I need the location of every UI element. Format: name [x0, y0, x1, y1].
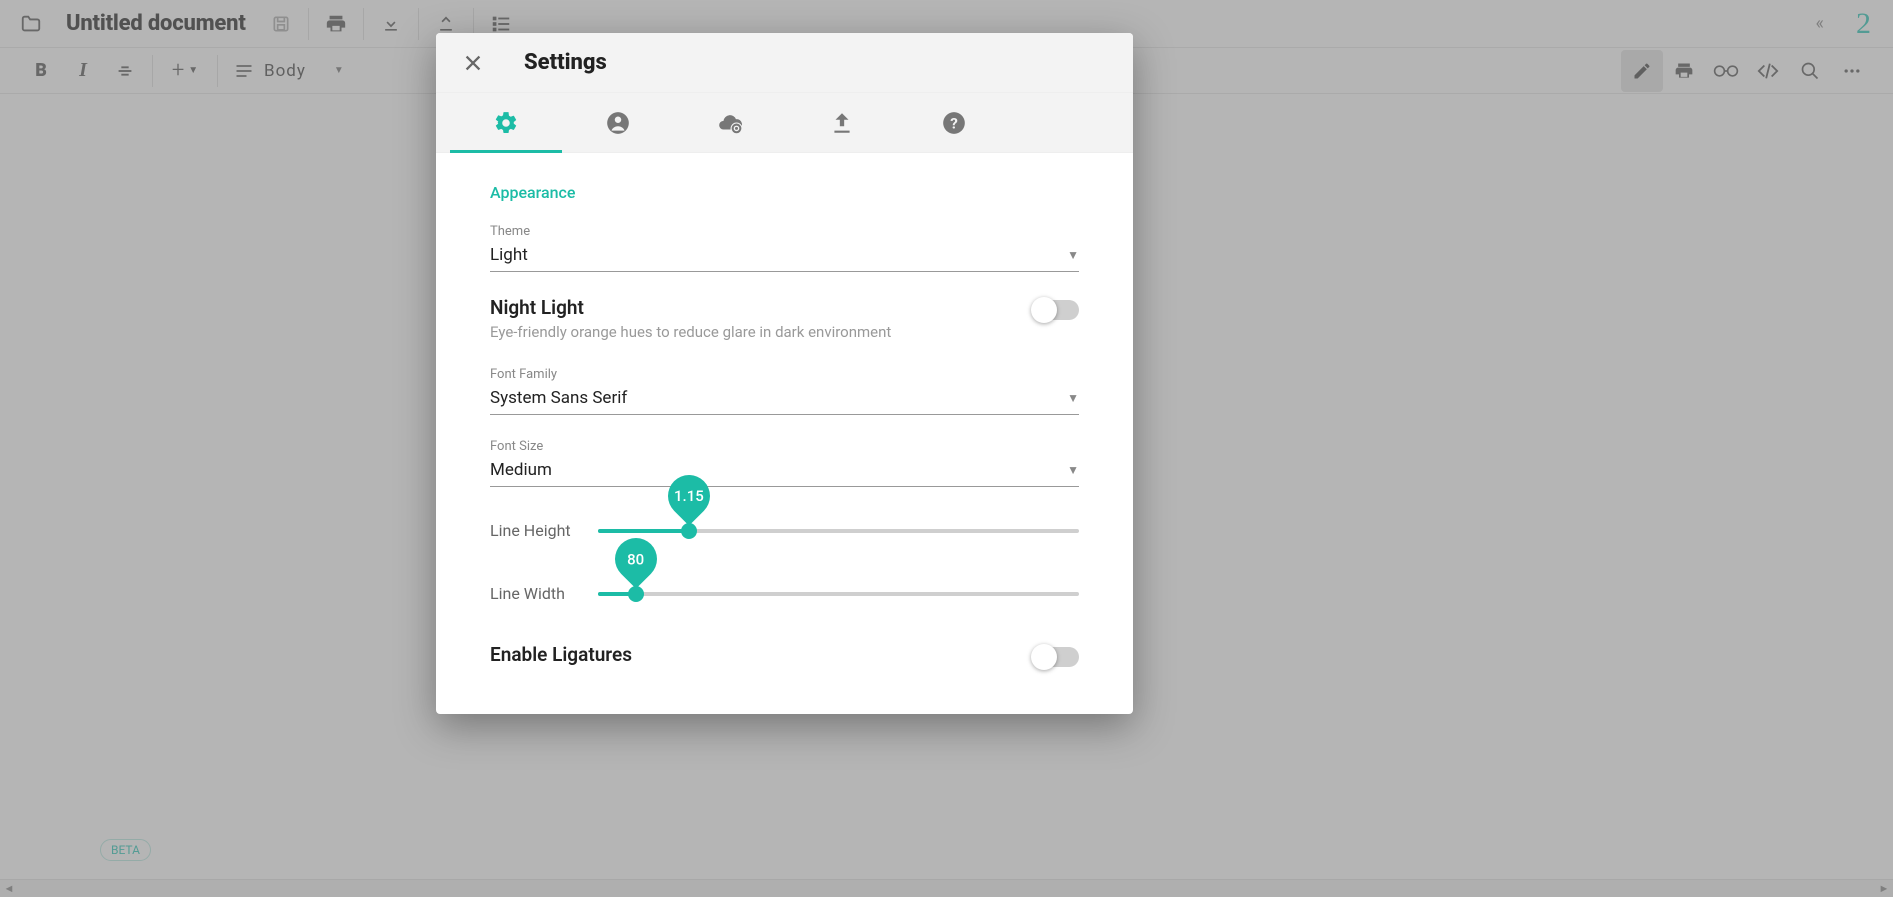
font-size-label: Font Size [490, 439, 1079, 454]
tab-general[interactable] [450, 93, 562, 153]
tab-sync[interactable] [674, 93, 786, 153]
chevron-down-icon: ▼ [1067, 248, 1079, 262]
tab-account[interactable] [562, 93, 674, 153]
font-family-value: System Sans Serif [490, 388, 627, 408]
field-font-size: Font Size Medium ▼ [490, 439, 1079, 487]
field-ligatures: Enable Ligatures [490, 643, 1079, 667]
line-height-value: 1.15 [675, 487, 705, 505]
svg-text:?: ? [950, 114, 958, 132]
tab-help[interactable]: ? [898, 93, 1010, 153]
settings-dialog: Settings ? Appearance Theme [436, 33, 1133, 714]
field-theme: Theme Light ▼ [490, 224, 1079, 272]
dialog-title: Settings [524, 50, 607, 75]
font-family-label: Font Family [490, 367, 1079, 382]
tab-publish[interactable] [786, 93, 898, 153]
font-family-select[interactable]: System Sans Serif ▼ [490, 384, 1079, 415]
chevron-down-icon: ▼ [1067, 391, 1079, 405]
night-light-title: Night Light [490, 296, 891, 319]
ligatures-toggle[interactable] [1033, 647, 1079, 667]
line-width-value: 80 [628, 550, 645, 568]
chevron-down-icon: ▼ [1067, 463, 1079, 477]
theme-value: Light [490, 245, 528, 265]
close-icon[interactable] [458, 48, 488, 78]
line-width-slider[interactable]: 80 [598, 592, 1079, 596]
dialog-tabs: ? [436, 93, 1133, 153]
night-light-subtitle: Eye-friendly orange hues to reduce glare… [490, 323, 891, 341]
field-font-family: Font Family System Sans Serif ▼ [490, 367, 1079, 415]
ligatures-title: Enable Ligatures [490, 643, 632, 666]
font-size-select[interactable]: Medium ▼ [490, 456, 1079, 487]
line-height-label: Line Height [490, 521, 598, 540]
field-line-height: Line Height 1.15 [490, 521, 1079, 540]
theme-label: Theme [490, 224, 1079, 239]
section-appearance: Appearance [490, 183, 1079, 202]
field-line-width: Line Width 80 [490, 584, 1079, 603]
dialog-body: Appearance Theme Light ▼ Night Light Eye… [436, 153, 1133, 714]
font-size-value: Medium [490, 460, 552, 480]
line-height-slider[interactable]: 1.15 [598, 529, 1079, 533]
dialog-header: Settings [436, 33, 1133, 93]
theme-select[interactable]: Light ▼ [490, 241, 1079, 272]
line-width-label: Line Width [490, 584, 598, 603]
night-light-toggle[interactable] [1033, 300, 1079, 320]
field-night-light: Night Light Eye-friendly orange hues to … [490, 296, 1079, 341]
